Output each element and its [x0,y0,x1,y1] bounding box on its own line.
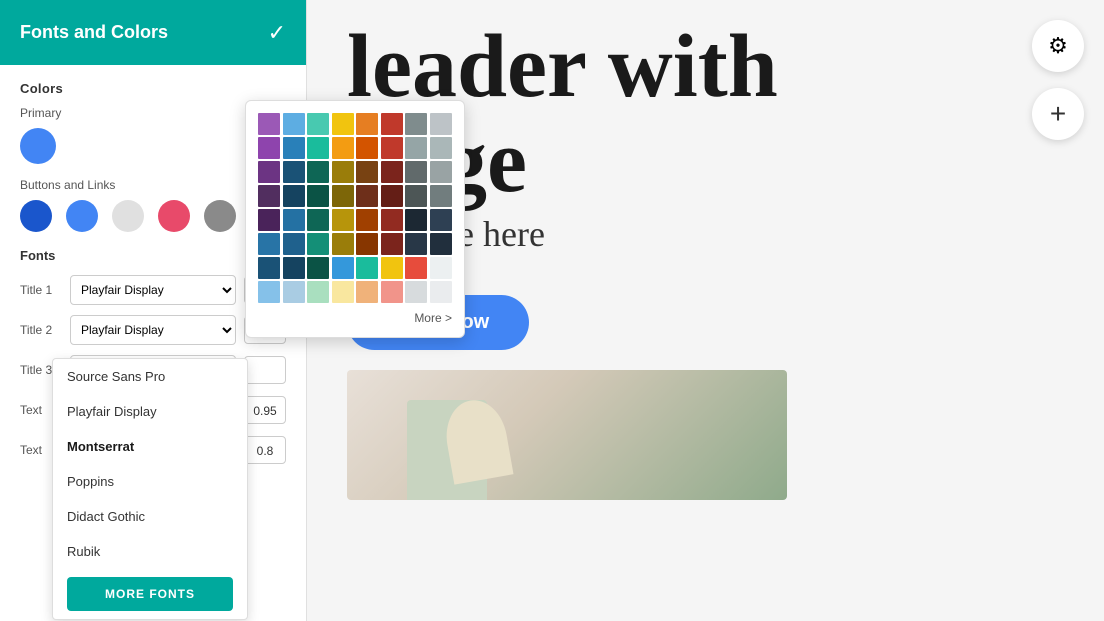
palette-cell[interactable] [307,161,329,183]
dropdown-item-playfair[interactable]: Playfair Display [53,394,247,429]
palette-cell[interactable] [283,113,305,135]
settings-button[interactable]: ⚙ [1032,20,1084,72]
palette-cell[interactable] [381,185,403,207]
text1-size: 0.95 [244,396,286,424]
palette-cell[interactable] [332,137,354,159]
color-swatch-gray-light[interactable] [112,200,144,232]
palette-cell[interactable] [405,137,427,159]
palette-cell[interactable] [381,161,403,183]
palette-cell[interactable] [283,281,305,303]
settings-icon: ⚙ [1048,33,1068,59]
palette-cell[interactable] [381,257,403,279]
color-swatch-gray-dark[interactable] [204,200,236,232]
font-dropdown-menu: Source Sans Pro Playfair Display Montser… [52,358,248,620]
palette-cell[interactable] [405,161,427,183]
more-fonts-button[interactable]: MORE FONTS [67,577,233,611]
palette-cell[interactable] [356,257,378,279]
palette-cell[interactable] [332,185,354,207]
palette-cell[interactable] [430,161,452,183]
palette-cell[interactable] [283,185,305,207]
text2-size: 0.8 [244,436,286,464]
panel-title: Fonts and Colors [20,22,168,43]
confirm-icon[interactable]: ✓ [268,20,286,46]
palette-cell[interactable] [356,209,378,231]
palette-cell[interactable] [405,257,427,279]
palette-cell[interactable] [405,281,427,303]
palette-cell[interactable] [258,185,280,207]
palette-cell[interactable] [307,113,329,135]
palette-cell[interactable] [307,137,329,159]
dropdown-item-montserrat[interactable]: Montserrat [53,429,247,464]
palette-cell[interactable] [381,209,403,231]
hero-image [347,370,787,500]
palette-cell[interactable] [430,233,452,255]
title1-label: Title 1 [20,283,62,297]
palette-cell[interactable] [258,257,280,279]
palette-cell[interactable] [356,281,378,303]
palette-cell[interactable] [332,161,354,183]
dropdown-item-didact[interactable]: Didact Gothic [53,499,247,534]
color-swatch-blue-dark[interactable] [20,200,52,232]
palette-cell[interactable] [356,113,378,135]
palette-cell[interactable] [307,233,329,255]
palette-cell[interactable] [405,185,427,207]
palette-cell[interactable] [356,185,378,207]
palette-cell[interactable] [430,257,452,279]
palette-cell[interactable] [283,161,305,183]
palette-cell[interactable] [430,113,452,135]
palette-cell[interactable] [332,209,354,231]
primary-color-swatch[interactable] [20,128,56,164]
palette-cell[interactable] [332,281,354,303]
palette-cell[interactable] [356,233,378,255]
palette-more-link[interactable]: More > [258,311,452,325]
palette-cell[interactable] [283,233,305,255]
palette-cell[interactable] [258,281,280,303]
palette-cell[interactable] [283,137,305,159]
color-palette-popup: More > [245,100,465,338]
title1-select[interactable]: Playfair Display Montserrat Source Sans … [70,275,236,305]
panel-header: Fonts and Colors ✓ [0,0,306,65]
palette-cell[interactable] [430,209,452,231]
title3-size [244,356,286,384]
palette-grid [258,113,452,303]
palette-cell[interactable] [332,113,354,135]
palette-cell[interactable] [332,257,354,279]
palette-cell[interactable] [307,185,329,207]
dropdown-item-rubik[interactable]: Rubik [53,534,247,569]
dropdown-item-poppins[interactable]: Poppins [53,464,247,499]
palette-cell[interactable] [430,281,452,303]
palette-cell[interactable] [307,281,329,303]
color-swatch-pink[interactable] [158,200,190,232]
palette-cell[interactable] [356,161,378,183]
palette-cell[interactable] [332,233,354,255]
title2-select[interactable]: Playfair Display Montserrat Source Sans … [70,315,236,345]
colors-section-label: Colors [20,81,286,96]
title2-label: Title 2 [20,323,62,337]
add-icon: + [1050,98,1066,130]
palette-cell[interactable] [405,209,427,231]
color-swatch-blue-medium[interactable] [66,200,98,232]
palette-cell[interactable] [307,257,329,279]
palette-cell[interactable] [307,209,329,231]
palette-cell[interactable] [258,233,280,255]
palette-cell[interactable] [430,185,452,207]
palette-cell[interactable] [381,113,403,135]
palette-cell[interactable] [258,137,280,159]
palette-cell[interactable] [258,113,280,135]
palette-cell[interactable] [283,209,305,231]
palette-cell[interactable] [381,233,403,255]
palette-cell[interactable] [356,137,378,159]
palette-cell[interactable] [258,161,280,183]
palette-cell[interactable] [283,257,305,279]
palette-cell[interactable] [430,137,452,159]
palette-cell[interactable] [258,209,280,231]
palette-cell[interactable] [405,233,427,255]
add-button[interactable]: + [1032,88,1084,140]
palette-cell[interactable] [381,281,403,303]
palette-cell[interactable] [405,113,427,135]
palette-cell[interactable] [381,137,403,159]
dropdown-item-source-sans[interactable]: Source Sans Pro [53,359,247,394]
